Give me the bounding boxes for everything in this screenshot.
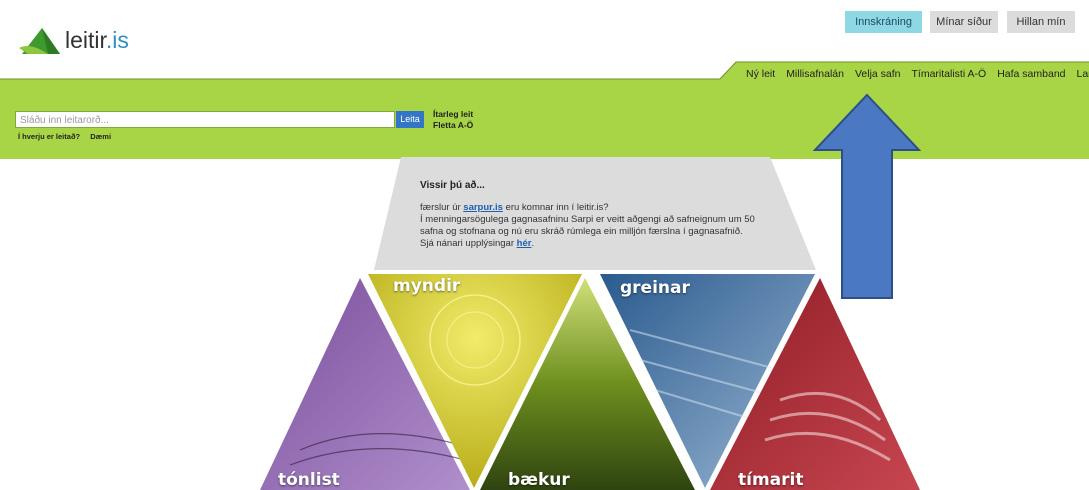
category-triangles — [260, 274, 920, 490]
search-input[interactable]: Sláðu inn leitarorð... — [15, 111, 395, 128]
info-line-2: Í menningarsögulega gagnasafninu Sarpi e… — [420, 214, 755, 225]
category-music[interactable]: tónlist — [278, 470, 340, 490]
nav-new-search[interactable]: Ný leit — [746, 68, 775, 80]
logo-text: leitir.is — [65, 27, 129, 53]
info-line-1: færslur úr sarpur.is eru komnar inn í le… — [420, 202, 609, 213]
nav-journal-list[interactable]: Tímaritalisti A-Ö — [912, 68, 987, 80]
login-button[interactable]: Innskráning — [845, 11, 922, 33]
logo-mark-icon — [19, 28, 60, 54]
info-box: Vissir þú að... færslur úr sarpur.is eru… — [420, 180, 760, 250]
category-books[interactable]: bækur — [508, 470, 570, 490]
advanced-search-link[interactable]: Ítarleg leit — [433, 109, 473, 120]
nav-contact[interactable]: Hafa samband — [997, 68, 1065, 80]
search-placeholder: Sláðu inn leitarorð... — [20, 115, 109, 126]
more-info-link[interactable]: hér — [517, 238, 532, 249]
category-articles[interactable]: greinar — [620, 278, 690, 298]
info-line-3: safna og stofnana og nú eru skráð rúmleg… — [420, 226, 743, 237]
search-button[interactable]: Leita — [396, 111, 424, 128]
info-line-4: Sjá nánari upplýsingar hér. — [420, 238, 535, 249]
category-images[interactable]: myndir — [393, 276, 460, 296]
nav-language[interactable]: Langua — [1077, 68, 1089, 80]
search-scope-link[interactable]: Í hverju er leitað? — [18, 132, 80, 141]
category-journals[interactable]: tímarit — [738, 470, 803, 490]
search-help: Í hverju er leitað? Dæmi — [18, 132, 119, 141]
my-pages-button[interactable]: Mínar síður — [930, 11, 998, 33]
info-title: Vissir þú að... — [420, 180, 485, 191]
my-shelf-button[interactable]: Hillan mín — [1007, 11, 1075, 33]
main-nav: Ný leit Millisafnalán Velja safn Tímaritali… — [746, 68, 1089, 88]
nav-interlibrary-loan[interactable]: Millisafnalán — [786, 68, 844, 80]
nav-select-library[interactable]: Velja safn — [855, 68, 901, 80]
annotation-arrow-icon — [812, 93, 922, 299]
search-examples-link[interactable]: Dæmi — [90, 132, 111, 141]
sarpur-link[interactable]: sarpur.is — [463, 202, 503, 213]
search-links: Ítarleg leit Fletta A-Ö — [433, 109, 473, 131]
logo[interactable]: leitir.is — [18, 24, 129, 60]
browse-az-link[interactable]: Fletta A-Ö — [433, 120, 473, 131]
